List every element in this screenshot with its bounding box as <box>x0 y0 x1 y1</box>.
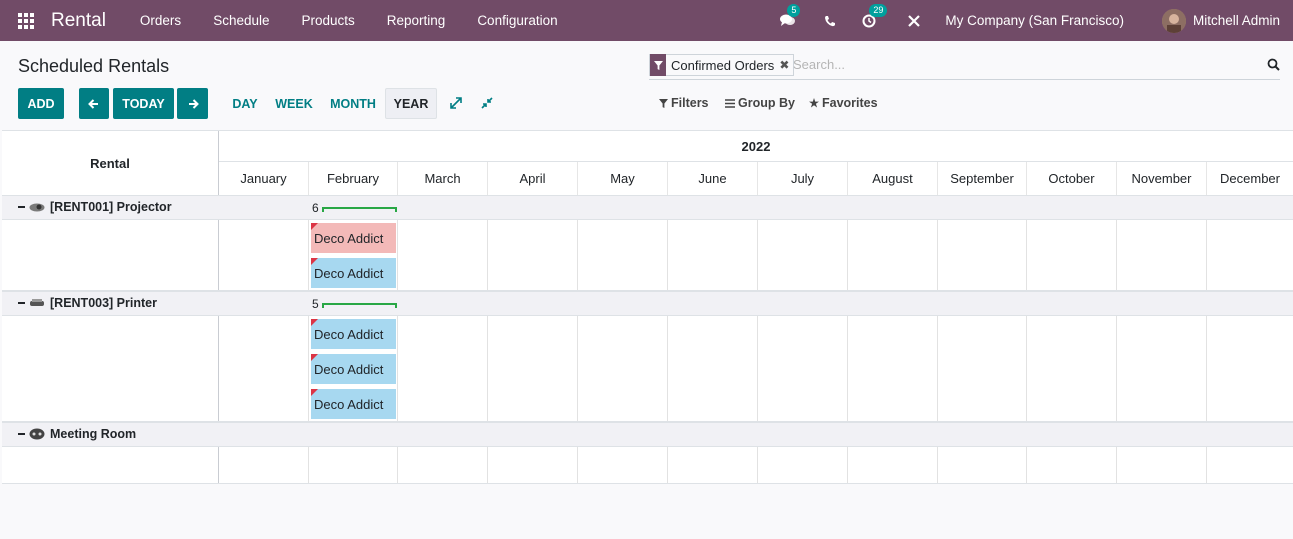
filter-facet-icon <box>650 54 666 76</box>
arrow-left-icon <box>88 98 98 109</box>
user-avatar[interactable] <box>1161 8 1186 33</box>
scale-week-button[interactable]: WEEK <box>270 88 318 119</box>
month-header: December <box>1220 171 1280 186</box>
month-header: January <box>219 162 309 195</box>
next-button[interactable] <box>177 88 208 119</box>
group-count: 6 <box>312 201 319 215</box>
month-header: February <box>309 162 398 195</box>
scale-month-button[interactable]: MONTH <box>323 88 383 119</box>
gantt-row-body <box>2 447 1293 484</box>
group-name: [RENT001] Projector <box>50 200 172 214</box>
month-header: July <box>758 162 848 195</box>
collapse-icon[interactable] <box>18 433 25 435</box>
month-header: April <box>488 162 578 195</box>
menu-schedule[interactable]: Schedule <box>197 13 285 28</box>
scale-year-button[interactable]: YEAR <box>385 88 437 119</box>
month-header: June <box>668 162 758 195</box>
phone-icon[interactable] <box>820 11 840 31</box>
arrow-right-icon <box>188 98 199 109</box>
month-header: May <box>578 162 668 195</box>
year-header: 2022 <box>219 131 1293 162</box>
top-navbar: Rental Orders Schedule Products Reportin… <box>0 0 1293 41</box>
gantt-group-row[interactable]: Meeting Room <box>2 422 1293 447</box>
month-header: September <box>938 162 1027 195</box>
activities-badge: 29 <box>869 3 888 17</box>
facet-label: Confirmed Orders <box>671 57 775 73</box>
rental-pill[interactable]: Deco Addict <box>311 258 396 288</box>
rental-pill[interactable]: Deco Addict <box>311 223 396 253</box>
gantt-group-row[interactable]: [RENT001] Projector 6 <box>2 195 1293 220</box>
debug-tools-icon[interactable] <box>904 11 924 31</box>
scale-day-button[interactable]: DAY <box>227 88 263 119</box>
group-progress-bar <box>322 303 397 308</box>
group-name: Meeting Room <box>50 427 137 441</box>
group-count: 5 <box>312 297 319 311</box>
search-facet[interactable]: Confirmed Orders ✖ <box>649 54 795 76</box>
rental-pill[interactable]: Deco Addict <box>311 354 396 384</box>
group-label[interactable]: [RENT003] Printer <box>18 296 157 310</box>
menu-reporting[interactable]: Reporting <box>371 13 462 28</box>
collapse-icon[interactable] <box>18 206 25 208</box>
search-icon[interactable] <box>1267 58 1280 71</box>
group-by-label: Group By <box>738 96 795 110</box>
rental-pill[interactable]: Deco Addict <box>311 319 396 349</box>
search-input[interactable] <box>793 57 1253 72</box>
projector-icon <box>29 203 45 212</box>
company-switcher[interactable]: My Company (San Francisco) <box>945 13 1124 28</box>
menu-products[interactable]: Products <box>285 13 370 28</box>
messages-badge: 5 <box>787 3 801 17</box>
group-label[interactable]: Meeting Room <box>18 427 136 441</box>
rental-pill[interactable]: Deco Addict <box>311 389 396 419</box>
gantt-row-body: Deco Addict Deco Addict <box>2 220 1293 291</box>
filters-label: Filters <box>671 96 709 110</box>
apps-menu-icon[interactable] <box>18 12 36 29</box>
collapse-rows-icon[interactable] <box>480 96 494 110</box>
month-header: November <box>1117 162 1207 195</box>
menu-configuration[interactable]: Configuration <box>461 13 573 28</box>
group-label[interactable]: [RENT001] Projector <box>18 200 172 214</box>
collapse-icon[interactable] <box>18 302 25 304</box>
user-name[interactable]: Mitchell Admin <box>1193 13 1280 28</box>
meeting-room-icon <box>29 428 45 440</box>
filters-button[interactable]: Filters <box>659 96 709 110</box>
printer-icon <box>30 299 44 306</box>
filter-icon <box>659 98 668 108</box>
add-button[interactable]: ADD <box>18 88 64 119</box>
favorites-button[interactable]: Favorites <box>809 96 878 110</box>
bars-icon <box>725 98 735 108</box>
group-by-button[interactable]: Group By <box>725 96 795 110</box>
messages-icon[interactable]: 5 <box>777 3 801 31</box>
menu-orders[interactable]: Orders <box>124 13 197 28</box>
month-header: August <box>848 162 938 195</box>
app-title[interactable]: Rental <box>51 10 106 32</box>
today-button[interactable]: TODAY <box>113 88 174 119</box>
star-icon <box>809 98 819 108</box>
page-title: Scheduled Rentals <box>18 56 170 76</box>
expand-rows-icon[interactable] <box>449 96 463 110</box>
gantt-group-row[interactable]: [RENT003] Printer 5 <box>2 291 1293 316</box>
previous-button[interactable] <box>79 88 109 119</box>
month-header: March <box>398 162 488 195</box>
facet-remove-icon[interactable]: ✖ <box>779 58 793 72</box>
group-name: [RENT003] Printer <box>50 296 157 310</box>
favorites-label: Favorites <box>822 96 878 110</box>
gantt-view: Rental 2022 January February March April… <box>2 130 1293 484</box>
search-bar: Confirmed Orders ✖ <box>649 53 1280 80</box>
month-header: October <box>1027 162 1117 195</box>
gantt-row-body: Deco Addict Deco Addict Deco Addict <box>2 316 1293 422</box>
group-progress-bar <box>322 207 397 212</box>
activities-icon[interactable]: 29 <box>859 3 888 31</box>
rows-header: Rental <box>2 131 219 195</box>
